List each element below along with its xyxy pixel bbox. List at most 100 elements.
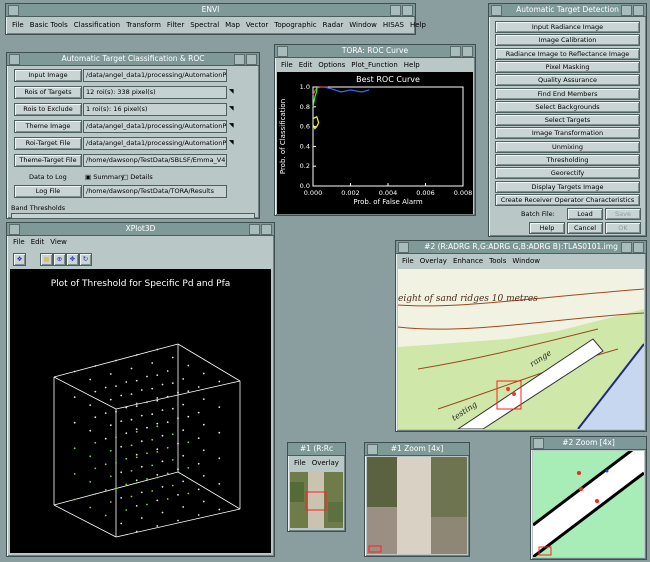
atc-rois-of-targets-field[interactable]: 12 roi(s): 338 pixel(s) (83, 86, 227, 99)
menu-plot-function[interactable]: Plot_Function (351, 59, 397, 71)
window-menu-icon[interactable] (9, 54, 20, 65)
img2-title-bar[interactable]: #2 (R:ADRG R,G:ADRG G,B:ADRG B):TLAS0101… (396, 241, 646, 254)
menu-basic-tools[interactable]: Basic Tools (30, 19, 68, 31)
menu-help[interactable]: Help (404, 59, 420, 71)
window-menu-icon[interactable] (491, 5, 502, 16)
atd-select-backgrounds-button[interactable]: Select Backgrounds (495, 100, 640, 113)
menu-filter[interactable]: Filter (167, 19, 184, 31)
menu-radar[interactable]: Radar (323, 19, 344, 31)
dropdown-arrow-icon[interactable]: ◥ (229, 139, 234, 146)
atc-roi-target-file-field[interactable]: /data/angel_data1/processing/AutomationP (83, 137, 227, 150)
atc-theme-target-file-field[interactable]: /home/dawsonp/TestData/SBLSF/Emma_V4_8_8 (83, 154, 227, 167)
minimize-icon[interactable] (249, 224, 260, 235)
maximize-icon[interactable] (246, 54, 257, 65)
menu-file[interactable]: File (13, 236, 25, 248)
atc-title-bar[interactable]: Automatic Target Classification & ROC (7, 53, 259, 66)
atd-pixel-masking-button[interactable]: Pixel Masking (495, 60, 640, 73)
select-tool-icon[interactable]: ❖ (13, 253, 26, 266)
xplot-title-bar[interactable]: XPlot3D (7, 223, 274, 236)
atd-georectify-button[interactable]: Georectify (495, 167, 640, 180)
menu-vector[interactable]: Vector (246, 19, 268, 31)
minimize-icon[interactable] (621, 242, 632, 253)
menu-file[interactable]: File (12, 19, 24, 31)
atc-rois-to-exclude-field[interactable]: 1 roi(s): 16 pixel(s) (83, 103, 227, 116)
save-button[interactable]: Save (605, 208, 641, 220)
menu-hisas[interactable]: HISAS (383, 19, 404, 31)
menu-transform[interactable]: Transform (126, 19, 161, 31)
menu-file[interactable]: File (402, 255, 414, 267)
atd-title-bar[interactable]: Automatic Target Detection (489, 4, 646, 17)
log-file-button[interactable]: Log File (14, 185, 82, 198)
menu-window[interactable]: Window (349, 19, 377, 31)
details-checkbox[interactable]: □ Details (122, 173, 153, 181)
menu-enhance[interactable]: Enhance (453, 255, 483, 267)
summary-checkbox[interactable]: ▣ Summary (85, 173, 125, 181)
menu-help[interactable]: Help (410, 19, 426, 31)
menu-window[interactable]: Window (512, 255, 540, 267)
maximize-icon[interactable] (402, 5, 413, 16)
atc-input-image-button[interactable]: Input Image (14, 69, 82, 82)
atc-roi-target-file-button[interactable]: Roi-Target File (14, 137, 82, 150)
atd-unmixing-button[interactable]: Unmixing (495, 140, 640, 153)
zoom-image-1[interactable] (367, 457, 467, 554)
maximize-icon[interactable] (462, 46, 473, 57)
maximize-icon[interactable] (633, 5, 644, 16)
window-menu-icon[interactable] (533, 438, 544, 449)
menu-file[interactable]: File (294, 457, 306, 469)
cancel-button[interactable]: Cancel (567, 222, 603, 234)
zoom-image-2[interactable] (533, 451, 644, 557)
atc-theme-image-button[interactable]: Theme Image (14, 120, 82, 133)
menu-classification[interactable]: Classification (74, 19, 120, 31)
menu-spectral[interactable]: Spectral (190, 19, 219, 31)
zoom2-title-bar[interactable]: #2 Zoom [4x] (531, 437, 646, 450)
atd-display-targets-image-button[interactable]: Display Targets Image (495, 180, 640, 193)
window-menu-icon[interactable] (9, 224, 20, 235)
atd-thresholding-button[interactable]: Thresholding (495, 154, 640, 166)
topographic-map-image[interactable]: eight of sand ridges 10 metres range tes… (398, 269, 644, 429)
aerial-image-small[interactable] (290, 472, 343, 528)
tora-title-bar[interactable]: TORA: ROC Curve (275, 45, 475, 58)
rotate-tool-icon[interactable]: ↻ (79, 253, 92, 266)
atd-quality-assurance-button[interactable]: Quality Assurance (495, 74, 640, 87)
minimize-icon[interactable] (621, 5, 632, 16)
window-menu-icon[interactable] (8, 5, 19, 16)
atd-image-calibration-button[interactable]: Image Calibration (495, 34, 640, 47)
zoom-tool-icon[interactable]: ⊕ (53, 253, 66, 266)
atc-input-image-field[interactable]: /data/angel_data1/processing/AutomationP (83, 69, 227, 82)
band-thresholds-field[interactable] (11, 213, 255, 219)
menu-map[interactable]: Map (225, 19, 240, 31)
img1-title-bar[interactable]: #1 (R:Rc (288, 443, 345, 456)
atd-select-targets-button[interactable]: Select Targets (495, 114, 640, 127)
menu-topographic[interactable]: Topographic (274, 19, 316, 31)
menu-view[interactable]: View (50, 236, 67, 248)
envi-title-bar[interactable]: ENVI (6, 4, 415, 17)
atc-rois-to-exclude-button[interactable]: Rois to Exclude (14, 103, 82, 116)
minimize-icon[interactable] (450, 46, 461, 57)
menu-tools[interactable]: Tools (489, 255, 506, 267)
dropdown-arrow-icon[interactable]: ◥ (229, 122, 234, 129)
minimize-icon[interactable] (390, 5, 401, 16)
zoom1-title-bar[interactable]: #1 Zoom [4x] (365, 443, 469, 456)
maximize-icon[interactable] (633, 242, 644, 253)
atd-input-radiance-image-button[interactable]: Input Radiance Image (495, 21, 640, 33)
atd-find-end-members-button[interactable]: Find End Members (495, 87, 640, 100)
load-button[interactable]: Load (567, 208, 603, 220)
menu-overlay[interactable]: Overlay (312, 457, 339, 469)
menu-edit[interactable]: Edit (31, 236, 45, 248)
maximize-icon[interactable] (261, 224, 272, 235)
menu-options[interactable]: Options (318, 59, 345, 71)
menu-file[interactable]: File (281, 59, 293, 71)
atd-create-receiver-operator-characteristics-button[interactable]: Create Receiver Operator Characteristics (495, 193, 640, 206)
window-menu-icon[interactable] (398, 242, 409, 253)
window-menu-icon[interactable] (277, 46, 288, 57)
window-menu-icon[interactable] (367, 444, 378, 455)
dropdown-arrow-icon[interactable]: ◥ (229, 88, 234, 95)
atc-theme-image-field[interactable]: /data/angel_data1/processing/AutomationP (83, 120, 227, 133)
minimize-icon[interactable] (234, 54, 245, 65)
menu-edit[interactable]: Edit (299, 59, 313, 71)
atd-radiance-image-to-reflectance-image-button[interactable]: Radiance Image to Reflectance Image (495, 47, 640, 60)
atc-rois-of-targets-button[interactable]: Rois of Targets (14, 86, 82, 99)
pan-tool-icon[interactable]: ■ (40, 253, 53, 266)
atd-image-transformation-button[interactable]: Image Transformation (495, 127, 640, 140)
move-tool-icon[interactable]: ✥ (66, 253, 79, 266)
